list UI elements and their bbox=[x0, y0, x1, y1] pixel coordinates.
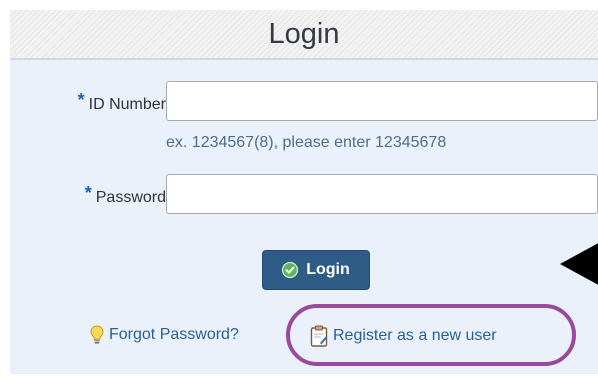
login-form-panel: * ID Number ex. 1234567(8), please enter … bbox=[10, 59, 598, 374]
forgot-password-link[interactable]: Forgot Password? bbox=[90, 325, 239, 345]
login-button-label: Login bbox=[306, 261, 350, 278]
check-circle-icon bbox=[282, 262, 299, 278]
id-number-label-text: ID Number bbox=[88, 96, 166, 113]
login-header: Login bbox=[10, 10, 598, 59]
forgot-password-label: Forgot Password? bbox=[109, 326, 239, 343]
login-page: Login * ID Number ex. 1234567(8), please … bbox=[0, 0, 598, 381]
required-asterisk: * bbox=[77, 90, 85, 110]
id-number-input[interactable] bbox=[166, 81, 598, 121]
password-label-text: Password bbox=[95, 189, 166, 206]
required-asterisk: * bbox=[84, 183, 92, 203]
password-input[interactable] bbox=[166, 174, 598, 214]
pointer-arrow bbox=[560, 241, 598, 287]
page-title: Login bbox=[268, 18, 340, 50]
register-label: Register as a new user bbox=[333, 327, 497, 344]
register-link[interactable]: Register as a new user bbox=[310, 325, 497, 347]
clipboard-icon bbox=[310, 325, 328, 347]
login-button[interactable]: Login bbox=[262, 250, 370, 290]
password-label: * Password bbox=[36, 183, 166, 207]
id-number-hint: ex. 1234567(8), please enter 12345678 bbox=[166, 134, 447, 151]
lightbulb-icon bbox=[90, 325, 104, 344]
id-number-label: * ID Number bbox=[36, 90, 166, 114]
